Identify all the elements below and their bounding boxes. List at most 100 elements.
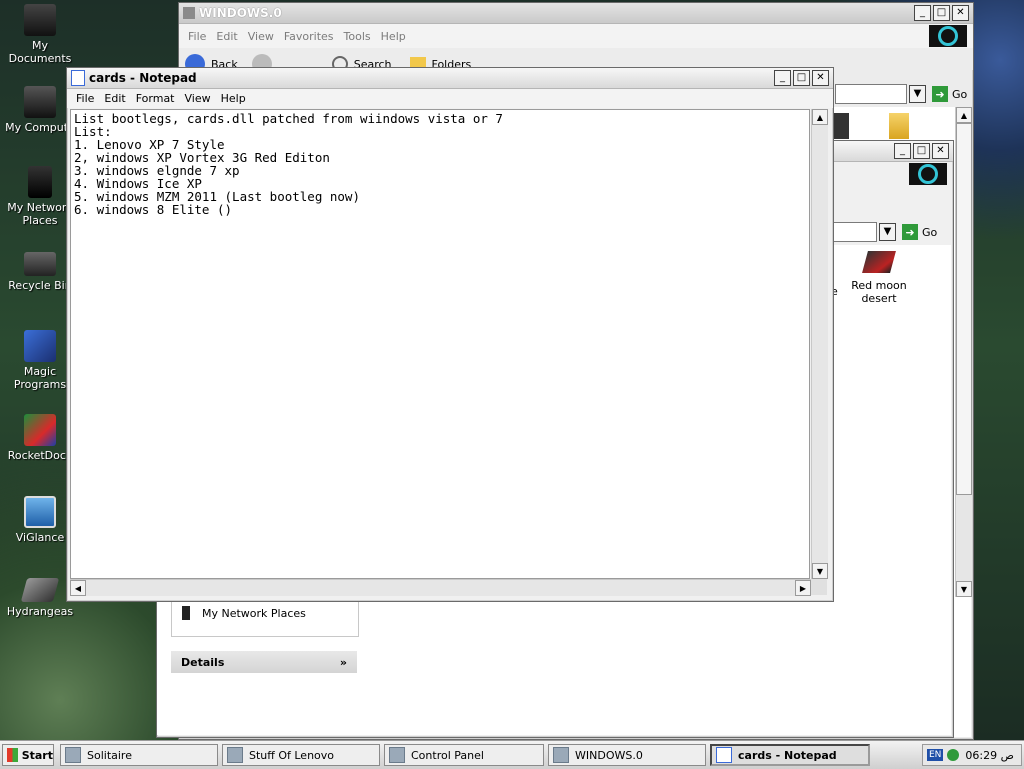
size-grip[interactable] — [811, 579, 827, 595]
address-input[interactable] — [827, 222, 877, 242]
folder-icon — [183, 7, 195, 19]
address-dropdown-icon[interactable]: ▼ — [909, 85, 926, 103]
maximize-button[interactable]: □ — [793, 70, 810, 86]
taskbar-item-windows0[interactable]: WINDOWS.0 — [548, 744, 706, 766]
close-button[interactable]: ✕ — [932, 143, 949, 159]
go-arrow-icon[interactable]: ➜ — [932, 86, 948, 102]
chevron-down-icon[interactable]: » — [340, 656, 347, 669]
folder-icon — [227, 747, 243, 763]
sidebar-panel: My Network Places — [171, 599, 359, 637]
scroll-up-icon[interactable]: ▲ — [956, 107, 972, 123]
menu-help[interactable]: Help — [216, 92, 251, 105]
file-item-label: Red moon desert — [851, 279, 907, 305]
taskbar-item-label: Solitaire — [87, 748, 132, 762]
windows-logo-icon — [909, 163, 947, 185]
language-indicator[interactable]: EN — [927, 749, 944, 761]
folder-icon — [553, 747, 569, 763]
taskbar-item-label: cards - Notepad — [738, 748, 837, 762]
details-header-label: Details — [181, 655, 225, 669]
menu-edit[interactable]: Edit — [99, 92, 130, 105]
notepad-vertical-scrollbar[interactable]: ▲ ▼ — [811, 109, 828, 579]
address-dropdown-icon[interactable]: ▼ — [879, 223, 896, 241]
taskbar-item-solitaire[interactable]: Solitaire — [60, 744, 218, 766]
network-places-icon — [28, 166, 52, 198]
notepad-text-area[interactable]: List bootlegs, cards.dll patched from wi… — [70, 109, 810, 579]
explorer-back-scrollbar[interactable]: ▲ ▼ — [955, 107, 972, 597]
maximize-button[interactable]: □ — [913, 143, 930, 159]
close-button[interactable]: ✕ — [812, 70, 829, 86]
my-documents-icon — [24, 4, 56, 36]
address-input[interactable] — [835, 84, 907, 104]
sidebar-item-my-network-places[interactable]: My Network Places — [172, 600, 358, 626]
minimize-button[interactable]: _ — [914, 5, 931, 21]
menu-help[interactable]: Help — [376, 30, 411, 43]
taskbar-item-stuff-of-lenovo[interactable]: Stuff Of Lenovo — [222, 744, 380, 766]
window-title: cards - Notepad — [89, 71, 197, 85]
address-bar-mid: ▼ ➜ Go — [827, 221, 951, 243]
minimize-button[interactable]: _ — [894, 143, 911, 159]
taskbar-item-label: WINDOWS.0 — [575, 748, 643, 762]
windows-flag-icon — [7, 748, 18, 762]
desktop-icon-label: Hydrangeas — [6, 605, 74, 618]
security-shield-icon[interactable] — [947, 749, 960, 761]
taskbar-item-notepad[interactable]: cards - Notepad — [710, 744, 870, 766]
sidebar-item-label: My Network Places — [202, 606, 306, 620]
menu-tools[interactable]: Tools — [339, 30, 376, 43]
scroll-thumb[interactable] — [956, 123, 972, 495]
address-bar-back: ▼ ➜ Go — [835, 83, 971, 105]
viglance-icon — [24, 496, 56, 528]
text-line: List bootlegs, cards.dll patched from wi… — [74, 111, 503, 126]
solitaire-icon — [65, 747, 81, 763]
start-button[interactable]: Start — [2, 744, 54, 766]
go-arrow-icon[interactable]: ➜ — [902, 224, 918, 240]
file-item-red-moon-desert[interactable]: Red moon desert — [847, 251, 911, 305]
recycle-bin-icon — [24, 252, 56, 276]
menu-file[interactable]: File — [71, 92, 99, 105]
magic-programs-icon — [24, 330, 56, 362]
network-places-icon — [182, 606, 190, 620]
control-panel-icon — [389, 747, 405, 763]
details-panel-header[interactable]: Details » — [171, 651, 357, 673]
taskbar-item-control-panel[interactable]: Control Panel — [384, 744, 544, 766]
notepad-icon — [71, 70, 85, 86]
text-line: 6. windows 8 Elite () — [74, 202, 233, 217]
rocketdock-icon — [24, 414, 56, 446]
notepad-window[interactable]: cards - Notepad _ □ ✕ File Edit Format V… — [66, 67, 834, 602]
window-title: WINDOWS.0 — [199, 6, 282, 20]
system-tray: EN 06:29 ص — [922, 744, 1022, 766]
taskbar: Start Solitaire Stuff Of Lenovo Control … — [0, 740, 1024, 769]
menu-format[interactable]: Format — [131, 92, 180, 105]
my-computer-icon — [24, 86, 56, 118]
menu-view[interactable]: View — [180, 92, 216, 105]
scroll-down-icon[interactable]: ▼ — [956, 581, 972, 597]
scroll-up-icon[interactable]: ▲ — [812, 109, 828, 125]
scroll-left-icon[interactable]: ◀ — [70, 580, 86, 596]
go-button[interactable]: Go — [922, 226, 937, 239]
taskbar-item-label: Stuff Of Lenovo — [249, 748, 335, 762]
clock: 06:29 ص — [965, 748, 1014, 762]
red-moon-desert-icon — [862, 251, 896, 273]
taskbar-item-label: Control Panel — [411, 748, 484, 762]
hydrangeas-icon — [20, 578, 60, 602]
maximize-button[interactable]: □ — [933, 5, 950, 21]
notepad-icon — [716, 747, 732, 763]
notepad-menubar: File Edit Format View Help — [67, 89, 833, 108]
desktop-icon-my-documents[interactable]: My Documents — [0, 4, 80, 65]
menu-favorites[interactable]: Favorites — [279, 30, 339, 43]
scroll-right-icon[interactable]: ▶ — [795, 580, 811, 596]
start-label: Start — [21, 748, 53, 762]
minimize-button[interactable]: _ — [774, 70, 791, 86]
desktop-icon-label: My Documents — [8, 39, 72, 65]
notepad-titlebar[interactable]: cards - Notepad _ □ ✕ — [67, 68, 833, 89]
close-button[interactable]: ✕ — [952, 5, 969, 21]
menu-file[interactable]: File — [183, 30, 211, 43]
menu-view[interactable]: View — [243, 30, 279, 43]
go-button[interactable]: Go — [952, 88, 967, 101]
scroll-down-icon[interactable]: ▼ — [812, 563, 828, 579]
windows-logo-icon — [929, 25, 967, 47]
folder-icon — [889, 113, 909, 139]
explorer-back-titlebar[interactable]: WINDOWS.0 _ □ ✕ — [179, 3, 973, 24]
menu-edit[interactable]: Edit — [211, 30, 242, 43]
explorer-back-menubar: File Edit View Favorites Tools Help — [179, 24, 973, 48]
notepad-horizontal-scrollbar[interactable]: ◀ ▶ — [70, 579, 811, 596]
